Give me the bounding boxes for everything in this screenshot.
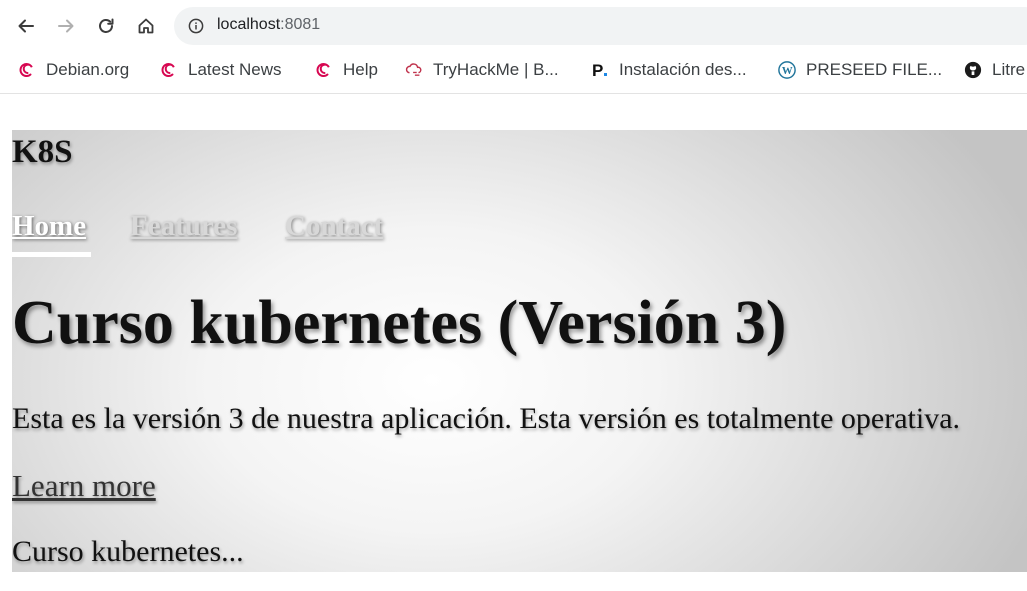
home-button[interactable] (129, 6, 163, 46)
github-icon (964, 61, 982, 79)
svg-text:W: W (782, 65, 793, 77)
address-bar[interactable]: localhost:8081 (174, 7, 1027, 45)
browser-toolbar: localhost:8081 (0, 6, 1027, 46)
url-host: localhost (217, 16, 281, 33)
bookmark-label: Litre (992, 60, 1026, 79)
debian-icon (160, 61, 178, 79)
browser-chrome: localhost:8081 Debian.org Latest News He… (0, 0, 1027, 94)
nav-link-features[interactable]: Features (130, 210, 237, 243)
page-headline: Curso kubernetes (Versión 3) (12, 289, 787, 357)
info-icon[interactable] (188, 18, 204, 34)
bookmarks-bar: Debian.org Latest News Help TryHackMe | … (0, 52, 1027, 88)
url-port: :8081 (280, 16, 321, 33)
debian-icon (315, 61, 333, 79)
tryhackme-icon (405, 61, 423, 79)
home-icon (138, 18, 154, 34)
bookmark-instalacion[interactable]: P Instalación des... (591, 58, 747, 82)
bookmark-label: Latest News (188, 60, 282, 79)
wordpress-icon: W (778, 61, 796, 79)
p-logo-icon: P (591, 61, 609, 79)
arrow-right-icon (58, 19, 74, 33)
forward-button[interactable] (49, 6, 83, 46)
bookmark-debian-org[interactable]: Debian.org (18, 58, 129, 82)
url-text[interactable]: localhost:8081 (217, 16, 320, 34)
bookmark-latest-news[interactable]: Latest News (160, 58, 282, 82)
lead-paragraph: Esta es la versión 3 de nuestra aplicaci… (12, 402, 961, 435)
reload-button[interactable] (89, 6, 123, 46)
bookmark-label: Instalación des... (619, 60, 747, 79)
bookmark-label: Debian.org (46, 60, 130, 79)
svg-text:P: P (592, 61, 603, 79)
bookmark-preseed[interactable]: W PRESEED FILE... (778, 58, 942, 82)
nav-link-home[interactable]: Home (12, 210, 86, 243)
reload-icon (99, 18, 114, 33)
bookmark-litre[interactable]: Litre (964, 58, 1025, 82)
nav-link-contact[interactable]: Contact (285, 210, 383, 243)
bookmark-help[interactable]: Help (315, 58, 378, 82)
debian-icon (18, 61, 36, 79)
hero-section: K8S Home Features Contact Curso kubernet… (12, 130, 1027, 572)
site-brand: K8S (12, 134, 73, 170)
bookmark-tryhackme[interactable]: TryHackMe | B... (405, 58, 559, 82)
arrow-left-icon (18, 19, 34, 33)
back-button[interactable] (9, 6, 43, 46)
learn-more-link[interactable]: Learn more (12, 468, 156, 504)
bookmark-label: TryHackMe | B... (433, 60, 559, 79)
bookmark-label: Help (343, 60, 378, 79)
active-nav-indicator (12, 252, 91, 257)
bookmark-label: PRESEED FILE... (806, 60, 943, 79)
footer-text: Curso kubernetes... (12, 535, 244, 568)
